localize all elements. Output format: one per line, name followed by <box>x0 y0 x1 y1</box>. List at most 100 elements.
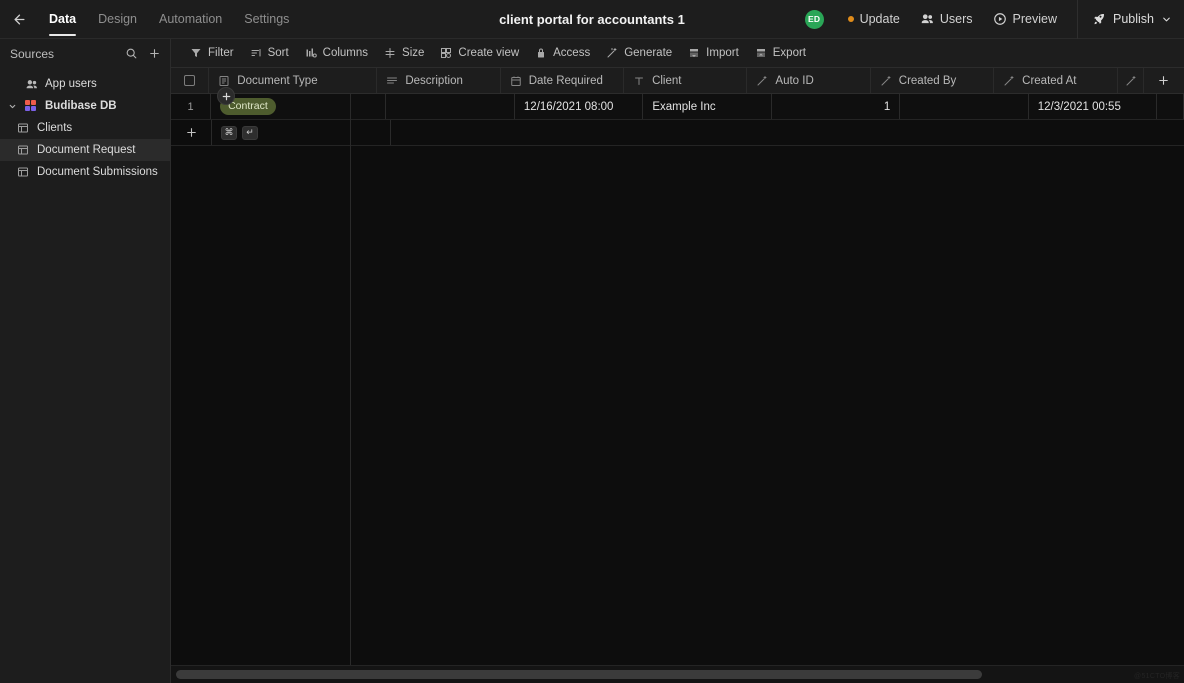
horizontal-scrollbar[interactable] <box>171 665 1184 683</box>
sidebar-item-budibase-db[interactable]: Budibase DB <box>0 95 170 117</box>
column-header-created-at[interactable]: Created At <box>994 68 1117 93</box>
sources-sidebar: Sources App users Budibase DB <box>0 39 171 683</box>
text-icon <box>633 75 645 87</box>
column-header-label: Document Type <box>237 75 317 87</box>
sidebar-item-label: App users <box>45 78 97 90</box>
column-header-auto-id[interactable]: Auto ID <box>747 68 870 93</box>
table-row[interactable]: 1 Contract 12/16/2021 08:00 Example Inc … <box>171 94 1184 120</box>
table-icon <box>16 122 30 134</box>
table-icon <box>16 144 30 156</box>
cell-auto-id[interactable]: 1 <box>772 94 900 119</box>
preview-button[interactable]: Preview <box>983 0 1067 39</box>
access-label: Access <box>553 47 590 59</box>
columns-icon <box>305 47 317 59</box>
column-header-label: Created By <box>899 75 957 87</box>
sort-label: Sort <box>268 47 289 59</box>
tab-data-label: Data <box>49 12 76 26</box>
tab-design-label: Design <box>98 12 137 26</box>
cell-description[interactable] <box>386 94 514 119</box>
column-header-partial[interactable] <box>1118 68 1144 93</box>
magic-wand-icon <box>1003 75 1015 87</box>
long-form-text-icon <box>386 75 398 87</box>
create-view-button[interactable]: Create view <box>432 39 527 68</box>
column-header-label: Client <box>652 75 681 87</box>
back-button[interactable] <box>0 0 38 39</box>
users-button[interactable]: Users <box>910 0 983 39</box>
create-view-icon <box>440 47 452 59</box>
sources-header: Sources <box>0 39 170 68</box>
tab-settings[interactable]: Settings <box>233 0 300 39</box>
magic-wand-icon <box>606 47 618 59</box>
column-header-client[interactable]: Client <box>624 68 747 93</box>
tab-settings-label: Settings <box>244 12 289 26</box>
add-row[interactable]: ⌘ ↵ <box>171 120 1184 146</box>
top-bar-actions: ED Update Users Preview Publish <box>805 0 1184 39</box>
rocket-icon <box>1092 12 1106 26</box>
cell-date-required[interactable]: 12/16/2021 08:00 <box>515 94 643 119</box>
export-button[interactable]: Export <box>747 39 814 68</box>
grid-header-row: Document Type Description Date Required … <box>171 68 1184 94</box>
filter-button[interactable]: Filter <box>182 39 242 68</box>
row-number[interactable]: 1 <box>171 94 211 119</box>
import-icon <box>688 47 700 59</box>
sidebar-item-app-users[interactable]: App users <box>0 73 170 95</box>
main-nav-tabs: Data Design Automation Settings <box>38 0 300 39</box>
single-select-icon <box>218 75 230 87</box>
data-grid: Document Type Description Date Required … <box>171 68 1184 683</box>
sidebar-item-document-request[interactable]: Document Request <box>0 139 170 161</box>
cell-client[interactable]: Example Inc <box>643 94 771 119</box>
columns-label: Columns <box>323 47 368 59</box>
sort-button[interactable]: Sort <box>242 39 297 68</box>
filter-label: Filter <box>208 47 234 59</box>
tab-data[interactable]: Data <box>38 0 87 39</box>
sources-title: Sources <box>10 47 54 61</box>
select-all-checkbox[interactable] <box>171 68 209 93</box>
size-button[interactable]: Size <box>376 39 432 68</box>
horizontal-scrollbar-thumb[interactable] <box>176 670 982 679</box>
chevron-down-icon <box>1161 14 1172 25</box>
column-header-date-required[interactable]: Date Required <box>501 68 624 93</box>
create-view-label: Create view <box>458 47 519 59</box>
magic-wand-icon <box>1125 75 1137 87</box>
publish-label: Publish <box>1113 12 1154 26</box>
cell-created-at[interactable]: 12/3/2021 00:55 <box>1029 94 1157 119</box>
insert-row-fab[interactable] <box>217 87 235 105</box>
add-row-plus-button[interactable] <box>171 120 212 145</box>
search-icon[interactable] <box>125 47 138 60</box>
grid-toolbar: Filter Sort Columns Size Create view Acc… <box>171 39 1184 68</box>
update-button[interactable]: Update <box>838 0 910 39</box>
tab-automation[interactable]: Automation <box>148 0 233 39</box>
watermark: @51CTO博客 <box>1134 671 1180 681</box>
avatar[interactable]: ED <box>805 10 824 29</box>
cell-document-type[interactable]: Contract <box>211 94 386 119</box>
publish-button[interactable]: Publish <box>1084 0 1184 39</box>
sticky-column-divider <box>350 94 351 665</box>
export-label: Export <box>773 47 806 59</box>
sidebar-item-clients[interactable]: Clients <box>0 117 170 139</box>
column-header-label: Created At <box>1022 75 1076 87</box>
cell-partial[interactable] <box>1157 94 1184 119</box>
sidebar-item-document-submissions[interactable]: Document Submissions <box>0 161 170 183</box>
cell-created-by[interactable] <box>900 94 1028 119</box>
tab-design[interactable]: Design <box>87 0 148 39</box>
columns-button[interactable]: Columns <box>297 39 376 68</box>
column-header-created-by[interactable]: Created By <box>871 68 994 93</box>
add-row-shortcut-hint: ⌘ ↵ <box>212 120 391 145</box>
add-source-icon[interactable] <box>148 47 161 60</box>
column-header-description[interactable]: Description <box>377 68 500 93</box>
main-panel: Filter Sort Columns Size Create view Acc… <box>171 39 1184 683</box>
sort-icon <box>250 47 262 59</box>
column-header-label: Date Required <box>529 75 603 87</box>
column-header-document-type[interactable]: Document Type <box>209 68 377 93</box>
add-column-button[interactable] <box>1144 68 1184 93</box>
update-label: Update <box>860 12 900 26</box>
update-status-dot <box>848 16 854 22</box>
users-icon <box>24 78 38 91</box>
filter-icon <box>190 47 202 59</box>
kbd-command-key: ⌘ <box>221 126 237 140</box>
generate-button[interactable]: Generate <box>598 39 680 68</box>
access-button[interactable]: Access <box>527 39 598 68</box>
chevron-down-icon[interactable] <box>8 102 17 111</box>
column-header-label: Description <box>405 75 463 87</box>
import-button[interactable]: Import <box>680 39 747 68</box>
